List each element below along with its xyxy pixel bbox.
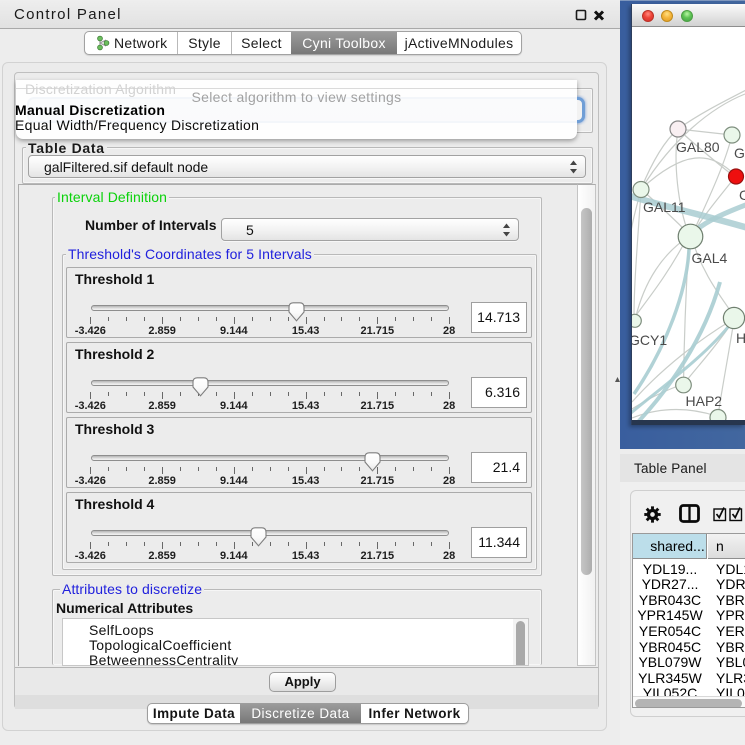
svg-text:H: H <box>736 330 745 346</box>
svg-text:GAL80: GAL80 <box>676 139 720 155</box>
svg-text:GA: GA <box>734 145 745 161</box>
svg-text:GAL4: GAL4 <box>692 250 728 266</box>
svg-text:GAL11: GAL11 <box>643 199 686 215</box>
svg-text:HAP2: HAP2 <box>686 393 723 409</box>
svg-text:C: C <box>739 187 745 203</box>
svg-text:GCY1: GCY1 <box>632 332 667 348</box>
